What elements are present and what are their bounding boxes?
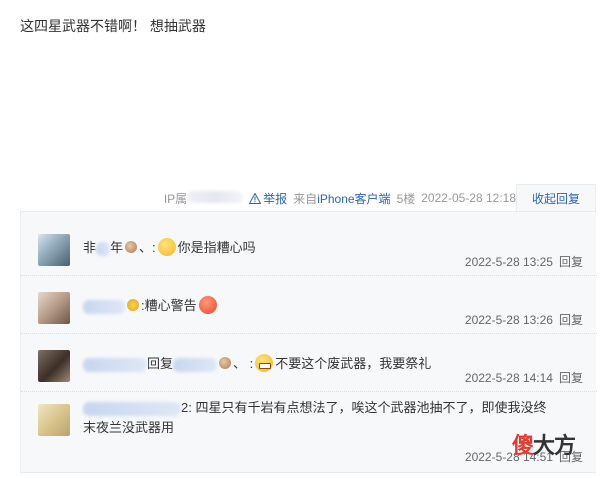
flower-icon [127,299,139,311]
watermark-logo: 傻大方 [512,428,576,460]
comment-meta: 2022-5-28 13:25 回复 [465,253,583,270]
client-link[interactable]: iPhone客户端 [317,192,390,206]
comment-text: 不要这个废武器，我要祭礼 [275,356,432,371]
username-blurred[interactable] [83,401,181,416]
avatar[interactable] [38,404,70,436]
comment-content: 2: 四星只有千岩有点想法了，唉这个武器池抽不了，即使我没终 末夜兰没武器用 [83,398,585,438]
collapse-replies-button[interactable]: 收起回复 [516,184,596,212]
warning-icon [249,192,262,204]
list-item: :糟心警告 2022-5-28 13:26 回复 [21,276,597,334]
reply-button[interactable]: 回复 [559,255,583,269]
comment-text: 四星只有千岩有点想法了，唉这个武器池抽不了，即使我没终 [195,400,547,415]
reply-list: 非年、: 你是指糟心吗 2022-5-28 13:25 回复 :糟心警告 2022-… [20,211,597,473]
ip-location-label: IP属 [163,190,244,207]
reply-button[interactable]: 回复 [559,313,583,327]
avatar[interactable] [38,292,70,324]
angry-emoji-icon [198,296,217,314]
reply-target-blurred[interactable] [173,357,218,372]
list-item: 回复 、 : 不要这个废武器，我要祭礼 2022-5-28 14:14 回复 [21,334,597,392]
username-suffix: 、 : [233,356,254,371]
post-time: 2022-05-28 12:18 [421,191,516,205]
ip-location-blurred [187,190,244,203]
username-suffix: 、: [139,240,156,255]
comment-time: 2022-5-28 13:25 [464,255,553,269]
username-blurred[interactable] [83,357,147,372]
post-text: 这四星武器不错啊！ 想抽武器 [20,18,206,34]
comment-text-line-2: 末夜兰没武器用 [83,420,175,435]
comment-meta: 2022-5-28 13:26 回复 [465,311,583,328]
smile-emoji-icon [157,238,176,256]
floor-number: 5楼 [396,191,416,206]
ip-prefix: IP属 [163,191,188,206]
dog-icon [219,357,232,369]
comment-time: 2022-5-28 13:26 [464,313,553,327]
watermark-part-2: 大方 [533,433,576,458]
username-link[interactable]: 非年 [83,240,139,256]
post-meta: IP属 举报 来自iPhone客户端 5楼 2022-05-28 12:18 [0,188,516,208]
client-prefix: 来自 [293,191,318,206]
avatar[interactable] [38,234,70,266]
client-source: 来自iPhone客户端 [293,190,390,207]
list-item: 2: 四星只有千岩有点想法了，唉这个武器池抽不了，即使我没终 末夜兰没武器用 2… [21,392,597,470]
username-link[interactable] [83,298,141,314]
comment-text: 糟心警告 [144,298,197,313]
username-suffix: 2: [181,400,192,415]
username-blurred [96,241,111,256]
comment-line-1: 2: 四星只有千岩有点想法了，唉这个武器池抽不了，即使我没终 [83,398,585,418]
avatar[interactable] [38,350,70,382]
dog-icon [125,241,138,253]
username-fragment: 非 [83,240,97,255]
username-fragment: 年 [110,240,124,255]
list-item: 非年、: 你是指糟心吗 2022-5-28 13:25 回复 [21,218,597,276]
grin-emoji-icon [255,354,274,372]
comment-meta: 2022-5-28 14:14 回复 [465,369,583,386]
comment-text: 你是指糟心吗 [177,240,256,255]
watermark-part-1: 傻 [512,433,534,458]
username-blurred [83,299,125,314]
reply-to-word: 回复 [147,356,174,371]
report-label: 举报 [263,191,288,206]
report-link[interactable]: 举报 [249,190,287,207]
comment-time: 2022-5-28 14:14 [464,371,553,385]
reply-button[interactable]: 回复 [559,371,583,385]
